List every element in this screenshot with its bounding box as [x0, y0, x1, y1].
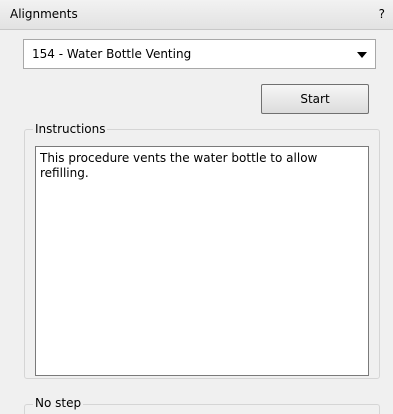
- procedure-selected-value: 154 - Water Bottle Venting: [32, 47, 192, 61]
- alignments-panel: Alignments ? 154 - Water Bottle Venting …: [0, 0, 393, 414]
- dropdown-arrow-icon[interactable]: [357, 52, 367, 58]
- panel-titlebar: Alignments ?: [0, 0, 393, 30]
- instructions-group: Instructions This procedure vents the wa…: [24, 122, 380, 379]
- instructions-label: Instructions: [33, 122, 108, 136]
- start-button[interactable]: Start: [261, 84, 369, 114]
- instructions-textbox[interactable]: This procedure vents the water bottle to…: [35, 146, 369, 376]
- procedure-dropdown[interactable]: 154 - Water Bottle Venting: [23, 39, 376, 69]
- step-label: No step: [33, 396, 84, 410]
- step-group: No step: [24, 396, 380, 414]
- help-button[interactable]: ?: [379, 7, 385, 21]
- panel-title: Alignments: [10, 7, 78, 21]
